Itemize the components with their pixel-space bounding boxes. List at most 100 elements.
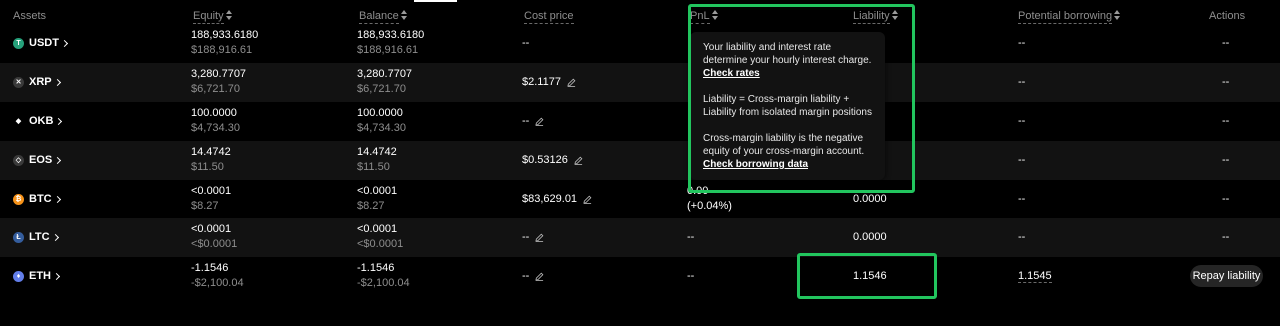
balance-usd: $11.50 [357, 161, 390, 173]
chevron-right-icon [55, 117, 63, 125]
edit-icon[interactable] [574, 156, 583, 165]
equity-amount: 14.4742 [191, 146, 231, 158]
highlight-box-tooltip [688, 4, 915, 193]
cost-price: $2.1177 [522, 76, 576, 88]
col-actions: Actions [1209, 10, 1246, 22]
chevron-right-icon [53, 78, 61, 86]
equity-usd: $8.27 [191, 200, 219, 212]
chevron-right-icon [54, 156, 62, 164]
cost-price: -- [522, 270, 544, 282]
action-empty: -- [1222, 37, 1230, 49]
potential-borrowing-value: -- [1018, 76, 1026, 88]
balance-usd: $188,916.61 [357, 44, 419, 56]
table-row: T USDT 188,933.6180 $188,916.61 188,933.6180… [0, 24, 1280, 63]
balance-amount: <0.0001 [357, 185, 398, 197]
pnl-percent: (+0.04%) [687, 200, 732, 212]
edit-icon[interactable] [535, 272, 544, 281]
equity-usd: $4,734.30 [191, 122, 240, 134]
liability-value: 0.0000 [853, 231, 887, 243]
eth-coin-icon: ♦ [13, 270, 24, 282]
col-potential-borrowing[interactable]: Potential borrowing [1018, 10, 1121, 24]
equity-amount: 100.0000 [191, 107, 237, 119]
asset-symbol: EOS [29, 154, 53, 166]
table-row: ◇ EOS 14.4742 $11.50 14.4742 $11.50 $0.53126 --… [0, 141, 1280, 180]
asset-symbol: ETH [29, 270, 51, 282]
asset-btc[interactable]: ₿ BTC [13, 193, 61, 205]
asset-okb[interactable]: ◆ OKB [13, 115, 63, 127]
chevron-right-icon [53, 195, 61, 203]
asset-symbol: USDT [29, 37, 59, 49]
equity-usd: $11.50 [191, 161, 224, 173]
btc-coin-icon: ₿ [13, 193, 24, 205]
balance-amount: 100.0000 [357, 107, 403, 119]
table-row: ♦ ETH -1.1546 -$2,100.04 -1.1546 -$2,100.04 --… [0, 257, 1280, 296]
action-empty: -- [1222, 231, 1230, 243]
equity-amount: 3,280.7707 [191, 68, 247, 80]
potential-borrowing-value: -- [1018, 115, 1026, 127]
balance-amount: <0.0001 [357, 223, 398, 235]
col-assets: Assets [13, 10, 47, 22]
highlight-box-liability [797, 253, 937, 299]
balance-usd: $4,734.30 [357, 122, 406, 134]
edit-icon[interactable] [535, 117, 544, 126]
equity-amount: -1.1546 [191, 262, 229, 274]
usdt-coin-icon: T [13, 37, 24, 49]
asset-eos[interactable]: ◇ EOS [13, 154, 62, 166]
equity-usd: $188,916.61 [191, 44, 253, 56]
pnl-value: -- [687, 231, 695, 243]
action-empty: -- [1222, 76, 1230, 88]
balance-usd: -$2,100.04 [357, 277, 410, 289]
balance-amount: 14.4742 [357, 146, 397, 158]
eos-coin-icon: ◇ [13, 154, 24, 166]
cost-price: $0.53126 [522, 154, 583, 166]
cost-price: $83,629.01 [522, 193, 592, 205]
repay-liability-button[interactable]: Repay liability [1190, 265, 1263, 287]
balance-amount: 188,933.6180 [357, 29, 425, 41]
equity-usd: $6,721.70 [191, 83, 240, 95]
potential-borrowing-value: 1.1545 [1018, 270, 1052, 283]
balance-usd: $8.27 [357, 200, 385, 212]
col-cost-price: Cost price [524, 10, 574, 24]
edit-icon[interactable] [567, 78, 576, 87]
balance-amount: -1.1546 [357, 262, 395, 274]
asset-eth[interactable]: ♦ ETH [13, 270, 61, 282]
okb-coin-icon: ◆ [13, 115, 24, 127]
potential-borrowing-value: -- [1018, 154, 1026, 166]
cost-price: -- [522, 115, 544, 127]
sort-icon[interactable] [225, 10, 232, 21]
asset-symbol: BTC [29, 193, 52, 205]
sort-icon[interactable] [400, 10, 407, 21]
potential-borrowing-value: -- [1018, 37, 1026, 49]
action-empty: -- [1222, 154, 1230, 166]
table-row: ✕ XRP 3,280.7707 $6,721.70 3,280.7707 $6,721.… [0, 63, 1280, 102]
col-equity[interactable]: Equity [193, 10, 232, 24]
asset-symbol: OKB [29, 115, 54, 127]
asset-symbol: LTC [29, 231, 50, 243]
cost-price: -- [522, 231, 544, 243]
potential-borrowing-value: -- [1018, 193, 1026, 205]
col-balance[interactable]: Balance [359, 10, 407, 24]
edit-icon[interactable] [535, 233, 544, 242]
table-row: ₿ BTC <0.0001 $8.27 <0.0001 $8.27 $83,629.01 0.… [0, 180, 1280, 219]
chevron-right-icon [60, 39, 68, 47]
equity-amount: <0.0001 [191, 223, 232, 235]
equity-amount: 188,933.6180 [191, 29, 259, 41]
sort-icon[interactable] [1114, 10, 1121, 21]
edit-icon[interactable] [583, 195, 592, 204]
equity-amount: <0.0001 [191, 185, 232, 197]
balance-amount: 3,280.7707 [357, 68, 413, 80]
asset-xrp[interactable]: ✕ XRP [13, 76, 61, 88]
chevron-right-icon [51, 233, 59, 241]
pnl-value: -- [687, 270, 695, 282]
asset-symbol: XRP [29, 76, 52, 88]
asset-usdt[interactable]: T USDT [13, 37, 68, 49]
action-empty: -- [1222, 193, 1230, 205]
action-empty: -- [1222, 115, 1230, 127]
table-row: ◆ OKB 100.0000 $4,734.30 100.0000 $4,734.30 --… [0, 102, 1280, 141]
liability-value: 0.0000 [853, 193, 887, 205]
asset-ltc[interactable]: Ł LTC [13, 231, 59, 243]
table-row: Ł LTC <0.0001 <$0.0001 <0.0001 <$0.0001 -- -- 0.… [0, 218, 1280, 257]
balance-usd: $6,721.70 [357, 83, 406, 95]
cost-price: -- [522, 37, 530, 49]
xrp-coin-icon: ✕ [13, 76, 24, 88]
